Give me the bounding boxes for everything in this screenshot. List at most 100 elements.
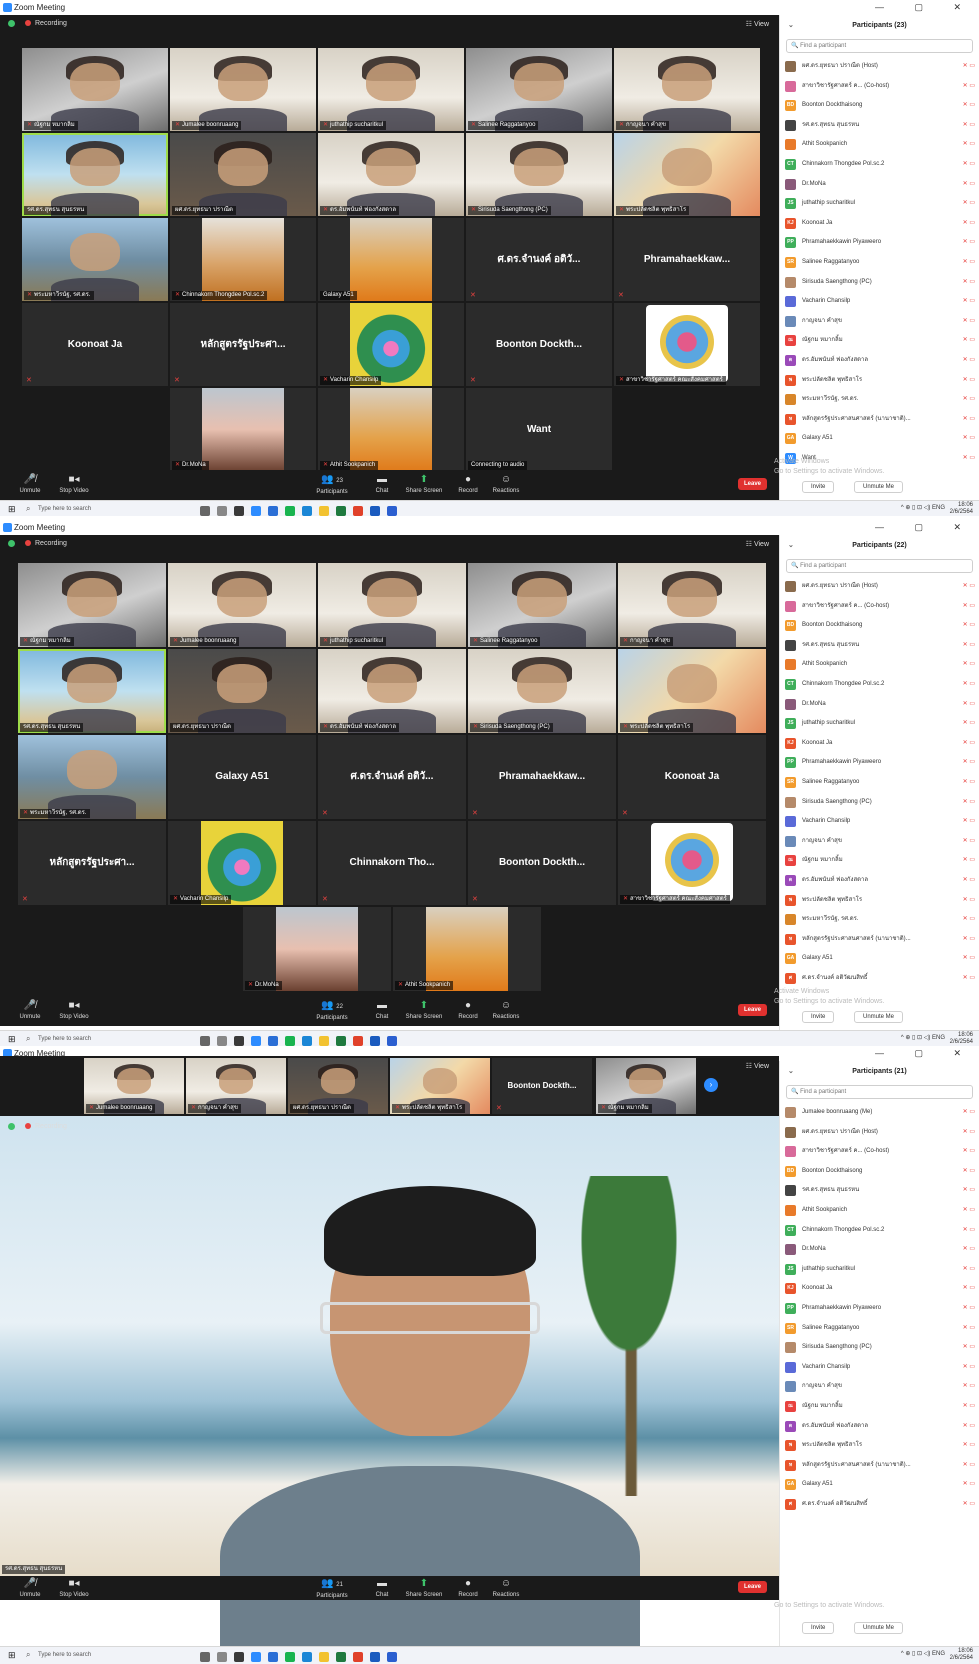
video-tile[interactable]: ✕ Dr.MoNa	[243, 907, 391, 991]
participant-row[interactable]: CT Chinnakorn Thongdee Pol.sc.2 ✕ ▭	[780, 1221, 979, 1241]
participant-row[interactable]: ณ ณัฐกม หมากลิ้ม ✕ ▭	[780, 851, 979, 871]
participant-row[interactable]: ห หลักสูตรรัฐประศาสนศาสตร์ (นานาชาติ)... ✕…	[780, 410, 979, 430]
share-screen-button[interactable]: ⬆ Share Screen	[402, 1000, 446, 1020]
participant-row[interactable]: ผศ.ดร.ยุทธนา ปราณีต (Host) ✕ ▭	[780, 57, 979, 77]
filmstrip-name-tile[interactable]: Boonton Dockth... ✕	[492, 1058, 592, 1114]
participant-row[interactable]: สาขาวิชารัฐศาสตร์ ค... (Co-host) ✕ ▭	[780, 597, 979, 617]
participant-row[interactable]: CT Chinnakorn Thongdee Pol.sc.2 ✕ ▭	[780, 155, 979, 175]
video-tile-active-speaker[interactable]: รศ.ดร.สุทธน สุนธรหน	[22, 133, 168, 216]
video-tile[interactable]: ✕ พระมหาวีรนัฐ, รศ.ดร.	[18, 735, 166, 819]
filmstrip-tile[interactable]: ✕ ณัฐกม หมากลิ้ม	[596, 1058, 696, 1114]
participant-row[interactable]: Dr.MoNa ✕ ▭	[780, 1240, 979, 1260]
reactions-button[interactable]: ☺ Reactions	[484, 474, 528, 494]
invite-button[interactable]: Invite	[802, 1011, 835, 1023]
windows-start-icon[interactable]: ⊞	[8, 1650, 16, 1661]
participant-row[interactable]: ห หลักสูตรรัฐประศาสนศาสตร์ (นานาชาติ)... ✕…	[780, 1456, 979, 1476]
name-tile[interactable]: Boonton Dockth... ✕	[466, 303, 612, 386]
taskbar-apps[interactable]	[200, 1649, 404, 1662]
tray-icons[interactable]: ^ ⊕ ▯ ⊡ ◁) ENG	[901, 1035, 945, 1042]
video-tile[interactable]: ✕ กาญจนา คำสุข	[614, 48, 760, 131]
filmstrip-tile[interactable]: ผศ.ดร.ยุทธนา ปราณีต	[288, 1058, 388, 1114]
participant-row[interactable]: พระมหาวีรนัฐ, รศ.ดร. ✕ ▭	[780, 390, 979, 410]
video-tile[interactable]: ✕ Sirisuda Saengthong (PC)	[468, 649, 616, 733]
participant-row[interactable]: SR Salinee Raggatanyoo ✕ ▭	[780, 1319, 979, 1339]
name-tile[interactable]: หลักสูตรรัฐประศา... ✕	[170, 303, 316, 386]
taskbar-search-input[interactable]: ⌕ Type here to search	[24, 501, 194, 517]
participant-row[interactable]: ด ดร.อัมพนันท์ ฟองกังสดาล ✕ ▭	[780, 351, 979, 371]
video-tile[interactable]: ✕ ณัฐกม หมากลิ้ม	[22, 48, 168, 131]
unmute-button[interactable]: 🎤̸ Unmute	[8, 474, 52, 494]
participant-search-input[interactable]: 🔍 Find a participant	[786, 559, 973, 573]
name-tile[interactable]: Galaxy A51	[168, 735, 316, 819]
leave-button[interactable]: Leave	[737, 1581, 767, 1593]
unmute-button[interactable]: 🎤̸ Unmute	[8, 1000, 52, 1020]
participant-search-input[interactable]: 🔍 Find a participant	[786, 39, 973, 53]
video-tile[interactable]: ผศ.ดร.ยุทธนา ปราณีต	[170, 133, 316, 216]
name-tile[interactable]: Koonoat Ja ✕	[618, 735, 766, 819]
chevron-down-icon[interactable]: ⌄	[788, 1061, 794, 1083]
participant-row[interactable]: พระมหาวีรนัฐ, รศ.ดร. ✕ ▭	[780, 910, 979, 930]
participant-row[interactable]: ผศ.ดร.ยุทธนา ปราณีต (Host) ✕ ▭	[780, 577, 979, 597]
name-tile[interactable]: ศ.ดร.จำนงค์ อติวั... ✕	[466, 218, 612, 301]
unmute-button[interactable]: 🎤̸ Unmute	[8, 1578, 52, 1598]
participant-row[interactable]: กาญจนา คำสุข ✕ ▭	[780, 1377, 979, 1397]
video-tile[interactable]: ✕ ณัฐกม หมากลิ้ม	[18, 563, 166, 647]
participant-row[interactable]: BD Boonton Dockthaisong ✕ ▭	[780, 616, 979, 636]
filmstrip-tile[interactable]: ✕ Jumalee boonruaang	[84, 1058, 184, 1114]
video-tile[interactable]: ✕ กาญจนา คำสุข	[618, 563, 766, 647]
participant-row[interactable]: รศ.ดร.สุทธน สุนธรหน ✕ ▭	[780, 1181, 979, 1201]
participant-row[interactable]: ผศ.ดร.ยุทธนา ปราณีต (Host) ✕ ▭	[780, 1123, 979, 1143]
tray-icons[interactable]: ^ ⊕ ▯ ⊡ ◁) ENG	[901, 1651, 945, 1658]
video-tile[interactable]: ✕ Athit Sookpanich	[393, 907, 541, 991]
participants-button[interactable]: 👥 22 Participants	[310, 1000, 354, 1021]
video-tile[interactable]: ✕ สาขาวิชารัฐศาสตร์ คณะสังคมศาสตร์	[618, 821, 766, 905]
participant-row[interactable]: Vacharin Chansilp ✕ ▭	[780, 292, 979, 312]
video-tile[interactable]: ✕ Vacharin Chansilp	[168, 821, 316, 905]
participant-row[interactable]: Sirisuda Saengthong (PC) ✕ ▭	[780, 1338, 979, 1358]
participant-row[interactable]: Sirisuda Saengthong (PC) ✕ ▭	[780, 793, 979, 813]
window-controls[interactable]: — ▢ ✕	[875, 520, 975, 535]
participant-row[interactable]: รศ.ดร.สุทธน สุนธรหน ✕ ▭	[780, 636, 979, 656]
video-tile[interactable]: ✕ Jumalee boonruaang	[170, 48, 316, 131]
chat-button[interactable]: ▬ Chat	[360, 474, 404, 494]
video-tile[interactable]: ✕ Sirisuda Saengthong (PC)	[466, 133, 612, 216]
video-tile[interactable]: ✕ Salinee Raggatanyoo	[468, 563, 616, 647]
window-controls[interactable]: — ▢ ✕	[875, 0, 975, 15]
stop-video-button[interactable]: ■◂ Stop Video	[52, 1000, 96, 1020]
name-tile[interactable]: Boonton Dockth... ✕	[468, 821, 616, 905]
filmstrip-tile[interactable]: ✕ กาญจนา คำสุข	[186, 1058, 286, 1114]
name-tile[interactable]: Koonoat Ja ✕	[22, 303, 168, 386]
share-screen-button[interactable]: ⬆ Share Screen	[402, 1578, 446, 1598]
view-button[interactable]: ☷ View	[746, 540, 769, 548]
participant-row[interactable]: พ พระปลัดชลิต พุทธิสาโร ✕ ▭	[780, 891, 979, 911]
participant-row[interactable]: JS juthathip sucharitkul ✕ ▭	[780, 714, 979, 734]
participant-row[interactable]: Vacharin Chansilp ✕ ▭	[780, 1358, 979, 1378]
participant-row[interactable]: ศ ศ.ดร.จำนงค์ อติวัฒนสิทธิ์ ✕ ▭	[780, 1495, 979, 1515]
unmute-me-button[interactable]: Unmute Me	[854, 1622, 904, 1634]
participant-row[interactable]: พ พระปลัดชลิต พุทธิสาโร ✕ ▭	[780, 1436, 979, 1456]
participant-row[interactable]: JS juthathip sucharitkul ✕ ▭	[780, 194, 979, 214]
invite-button[interactable]: Invite	[802, 1622, 835, 1634]
participant-row[interactable]: PP Phramahaekkawin Piyaweero ✕ ▭	[780, 1299, 979, 1319]
name-tile[interactable]: ศ.ดร.จำนงค์ อติวั... ✕	[318, 735, 466, 819]
participant-row[interactable]: ด ดร.อัมพนันท์ ฟองกังสดาล ✕ ▭	[780, 871, 979, 891]
participant-row[interactable]: PP Phramahaekkawin Piyaweero ✕ ▭	[780, 753, 979, 773]
windows-start-icon[interactable]: ⊞	[8, 504, 16, 515]
participant-row[interactable]: Athit Sookpanich ✕ ▭	[780, 135, 979, 155]
window-controls[interactable]: — ▢ ✕	[875, 1046, 975, 1061]
chat-button[interactable]: ▬ Chat	[360, 1000, 404, 1020]
participant-row[interactable]: CT Chinnakorn Thongdee Pol.sc.2 ✕ ▭	[780, 675, 979, 695]
chat-button[interactable]: ▬ Chat	[360, 1578, 404, 1598]
participant-row[interactable]: สาขาวิชารัฐศาสตร์ ค... (Co-host) ✕ ▭	[780, 1142, 979, 1162]
participants-button[interactable]: 👥 23 Participants	[310, 474, 354, 495]
filmstrip-tile[interactable]: ✕ พระปลัดชลิต พุทธิสาโร	[390, 1058, 490, 1114]
video-tile[interactable]: ✕ ดร.อัมพนันท์ ฟองกังสดาล	[318, 133, 464, 216]
participant-row[interactable]: KJ Koonoat Ja ✕ ▭	[780, 734, 979, 754]
video-tile[interactable]: ✕ Dr.MoNa	[170, 388, 316, 471]
participant-row[interactable]: ณ ณัฐกม หมากลิ้ม ✕ ▭	[780, 331, 979, 351]
participant-row[interactable]: ห หลักสูตรรัฐประศาสนศาสตร์ (นานาชาติ)... ✕…	[780, 930, 979, 950]
name-tile[interactable]: Want Connecting to audio	[466, 388, 612, 471]
name-tile[interactable]: Chinnakorn Tho... ✕	[318, 821, 466, 905]
video-tile[interactable]: ✕ พระปลัดชลิต พุทธิสาโร	[614, 133, 760, 216]
video-tile[interactable]: ผศ.ดร.ยุทธนา ปราณีต	[168, 649, 316, 733]
